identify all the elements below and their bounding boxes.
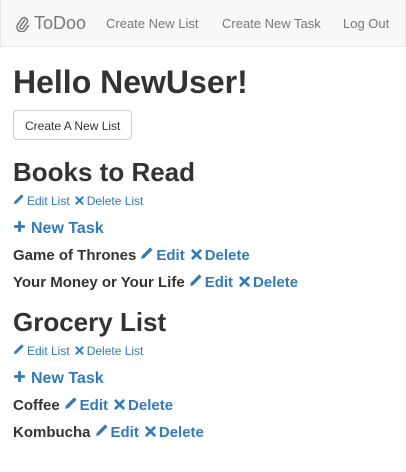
- pencil-icon: [189, 273, 202, 293]
- task-name: Game of Thrones: [13, 247, 137, 264]
- new-task-link[interactable]: New Task: [13, 219, 104, 239]
- list-grocery-list: Grocery List Edit List Delete List New T…: [13, 307, 398, 443]
- delete-task-label: Delete: [253, 274, 299, 291]
- list-title: Books to Read: [13, 157, 196, 187]
- pencil-icon: [13, 193, 24, 209]
- task-name: Kombucha: [13, 424, 91, 441]
- remove-icon: [145, 423, 156, 443]
- task-name: Your Money or Your Life: [13, 274, 185, 291]
- delete-list-label: Delete List: [86, 194, 144, 208]
- edit-task-link[interactable]: Edit: [64, 396, 108, 416]
- edit-list-link[interactable]: Edit List: [13, 193, 70, 209]
- delete-task-link[interactable]: Delete: [239, 273, 298, 293]
- list-books-to-read: Books to Read Edit List Delete List New …: [13, 157, 398, 293]
- edit-task-label: Edit: [110, 424, 139, 441]
- paperclip-icon: [15, 16, 29, 32]
- edit-list-link[interactable]: Edit List: [13, 343, 70, 359]
- navbar: ToDoo Create New List Create New Task Lo…: [0, 0, 406, 47]
- pencil-icon: [64, 396, 77, 416]
- delete-list-link[interactable]: Delete List: [75, 193, 144, 209]
- edit-list-label: Edit List: [27, 194, 70, 208]
- create-new-list-button[interactable]: Create A New List: [13, 110, 133, 140]
- nav-log-out[interactable]: Log Out: [343, 16, 389, 31]
- task-name: Coffee: [13, 397, 60, 414]
- new-task-label: New Task: [31, 370, 104, 387]
- nav-create-new-list[interactable]: Create New List: [106, 16, 198, 31]
- pencil-icon: [140, 246, 153, 266]
- remove-icon: [239, 273, 250, 293]
- edit-task-label: Edit: [204, 274, 234, 291]
- edit-task-link[interactable]: Edit: [95, 423, 139, 443]
- delete-list-link[interactable]: Delete List: [75, 343, 144, 359]
- edit-task-label: Edit: [79, 397, 109, 414]
- brand-link[interactable]: ToDoo: [15, 13, 86, 34]
- remove-icon: [191, 246, 202, 266]
- task-row: Kombucha Edit Delete: [13, 423, 398, 443]
- task-row: Coffee Edit Delete: [13, 396, 398, 416]
- delete-list-label: Delete List: [86, 344, 144, 358]
- delete-task-link[interactable]: Delete: [114, 396, 173, 416]
- delete-task-label: Delete: [204, 247, 250, 264]
- edit-task-link[interactable]: Edit: [140, 246, 185, 266]
- delete-task-link[interactable]: Delete: [145, 423, 204, 443]
- remove-icon: [75, 343, 84, 359]
- brand-label: ToDoo: [34, 13, 87, 33]
- list-actions: Edit List Delete List: [13, 343, 398, 359]
- new-task-label: New Task: [31, 220, 104, 237]
- pencil-icon: [13, 343, 24, 359]
- list-actions: Edit List Delete List: [13, 193, 398, 209]
- remove-icon: [75, 193, 84, 209]
- delete-task-label: Delete: [158, 424, 204, 441]
- task-row: Game of Thrones Edit Delete: [13, 246, 398, 266]
- delete-task-label: Delete: [128, 397, 174, 414]
- main-content: Hello NewUser! Create A New List Books t…: [13, 62, 398, 443]
- delete-task-link[interactable]: Delete: [191, 246, 250, 266]
- edit-task-link[interactable]: Edit: [189, 273, 233, 293]
- plus-icon: [13, 219, 26, 239]
- edit-list-label: Edit List: [27, 344, 70, 358]
- nav-create-new-task[interactable]: Create New Task: [222, 16, 321, 31]
- plus-icon: [13, 369, 26, 389]
- new-task-link[interactable]: New Task: [13, 369, 104, 389]
- pencil-icon: [95, 423, 108, 443]
- list-title: Grocery List: [13, 307, 167, 337]
- edit-task-label: Edit: [156, 247, 185, 264]
- page-title: Hello NewUser!: [13, 64, 248, 100]
- task-row: Your Money or Your Life Edit Delete: [13, 273, 398, 293]
- remove-icon: [114, 396, 125, 416]
